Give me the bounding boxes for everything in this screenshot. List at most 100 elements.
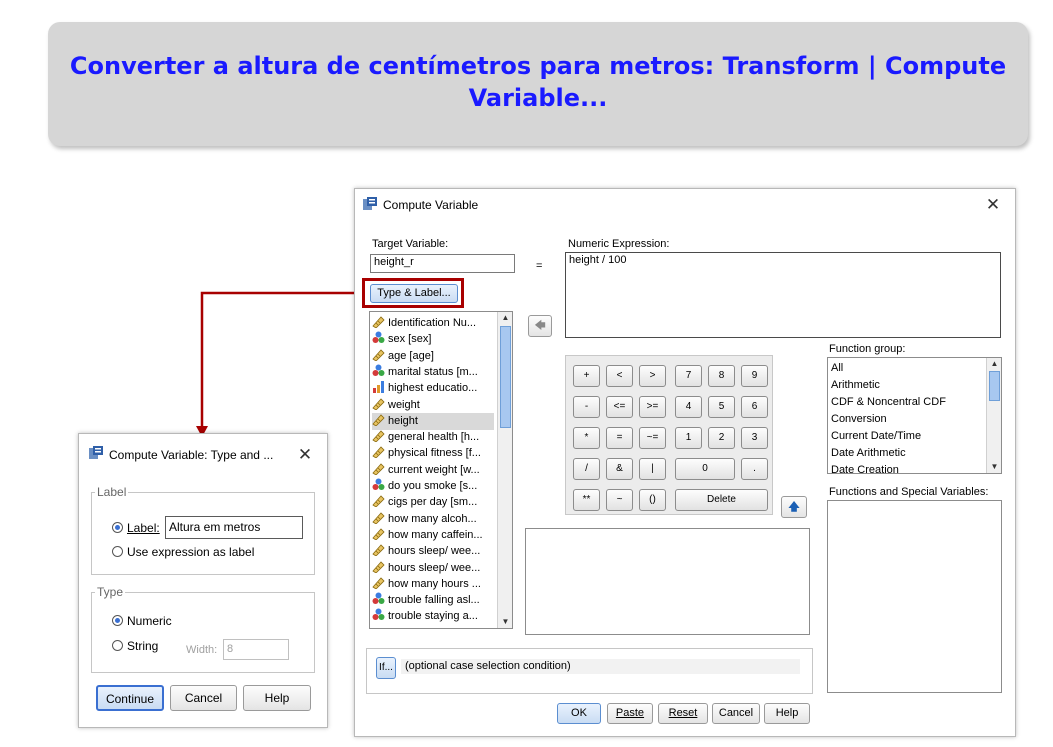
keypad-button[interactable]: = xyxy=(606,427,633,449)
keypad-button[interactable]: >= xyxy=(639,396,666,418)
keypad-button[interactable]: < xyxy=(606,365,633,387)
variable-list-item[interactable]: age [age] xyxy=(372,348,494,365)
label-radio[interactable] xyxy=(112,522,123,533)
type-label-button[interactable]: Type & Label... xyxy=(370,284,458,303)
help-button[interactable]: Help xyxy=(243,685,311,711)
function-group-item[interactable]: Current Date/Time xyxy=(831,428,921,445)
nominal-icon xyxy=(372,608,385,621)
keypad-button[interactable]: () xyxy=(639,489,666,511)
variable-list-item[interactable]: do you smoke [s... xyxy=(372,478,494,495)
variable-list-item[interactable]: marital status [m... xyxy=(372,364,494,381)
variable-list-item[interactable]: trouble staying a... xyxy=(372,608,494,625)
width-label: Width: xyxy=(186,644,218,656)
keypad-button[interactable]: & xyxy=(606,458,633,480)
variable-list-item[interactable]: how many caffein... xyxy=(372,527,494,544)
paste-button[interactable]: Paste xyxy=(607,703,653,724)
scroll-up-icon[interactable]: ▲ xyxy=(498,312,512,324)
variable-list-item[interactable]: weight xyxy=(372,397,494,414)
scroll-down-icon[interactable]: ▼ xyxy=(498,616,512,628)
width-input[interactable]: 8 xyxy=(223,639,289,660)
variable-list-item[interactable]: current weight [w... xyxy=(372,462,494,479)
variable-list-item[interactable]: hours sleep/ wee... xyxy=(372,560,494,577)
target-variable-input[interactable]: height_r xyxy=(370,254,515,273)
numeric-label: Numeric xyxy=(127,614,172,628)
keypad-button[interactable]: 0 xyxy=(675,458,735,480)
scroll-down-icon[interactable]: ▼ xyxy=(987,461,1001,473)
keypad-button[interactable]: 1 xyxy=(675,427,702,449)
reset-button[interactable]: Reset xyxy=(658,703,708,724)
variable-list-item[interactable]: how many hours ... xyxy=(372,576,494,593)
variable-list-item[interactable]: cigs per day [sm... xyxy=(372,494,494,511)
keypad-button[interactable]: + xyxy=(573,365,600,387)
keypad-button[interactable]: . xyxy=(741,458,768,480)
keypad-button[interactable]: 9 xyxy=(741,365,768,387)
keypad-button[interactable]: 6 xyxy=(741,396,768,418)
string-radio[interactable] xyxy=(112,640,123,651)
keypad-button[interactable]: 7 xyxy=(675,365,702,387)
type-dialog-title: Compute Variable: Type and ... xyxy=(109,448,274,462)
variable-list-item[interactable]: trouble falling asl... xyxy=(372,592,494,609)
numeric-expression-input[interactable]: height / 100 xyxy=(565,252,1001,338)
keypad-button[interactable]: > xyxy=(639,365,666,387)
ordinal-icon xyxy=(372,380,385,394)
scale-icon xyxy=(372,560,385,574)
variable-list-item[interactable]: general health [h... xyxy=(372,429,494,446)
variable-list-item[interactable]: highest educatio... xyxy=(372,380,494,397)
variable-list[interactable]: Identification Nu... sex [sex] age [age] ma… xyxy=(369,311,513,629)
variable-list-scrollbar[interactable]: ▲ ▼ xyxy=(497,312,512,628)
function-group-list[interactable]: All Arithmetic CDF & Noncentral CDF Convers… xyxy=(827,357,1002,474)
continue-button[interactable]: Continue xyxy=(96,685,164,711)
variable-list-item[interactable]: physical fitness [f... xyxy=(372,445,494,462)
numeric-expression-label: Numeric Expression: xyxy=(568,238,670,250)
scale-icon xyxy=(372,397,385,411)
ok-button[interactable]: OK xyxy=(557,703,601,724)
keypad-button[interactable]: - xyxy=(573,396,600,418)
variable-list-item[interactable]: hours sleep/ wee... xyxy=(372,543,494,560)
function-group-scrollbar[interactable]: ▲ ▼ xyxy=(986,358,1001,473)
variable-list-item[interactable]: height xyxy=(372,412,494,430)
function-group-item[interactable]: Arithmetic xyxy=(831,377,880,394)
variable-list-item[interactable]: sex [sex] xyxy=(372,331,494,348)
label-radio-text: Label: xyxy=(127,521,160,535)
scroll-thumb[interactable] xyxy=(989,371,1000,401)
function-group-item[interactable]: Conversion xyxy=(831,411,887,428)
keypad-button[interactable]: / xyxy=(573,458,600,480)
nominal-icon xyxy=(372,478,385,491)
keypad-button[interactable]: Delete xyxy=(675,489,768,511)
function-group-item[interactable]: CDF & Noncentral CDF xyxy=(831,394,946,411)
cancel-button[interactable]: Cancel xyxy=(712,703,760,724)
arrow-up-button[interactable]: 🡅 xyxy=(781,496,807,518)
keypad-button[interactable]: * xyxy=(573,427,600,449)
functions-list[interactable] xyxy=(827,500,1002,693)
keypad-button[interactable]: 8 xyxy=(708,365,735,387)
label-input[interactable]: Altura em metros xyxy=(165,516,303,539)
variable-list-item[interactable]: how many alcoh... xyxy=(372,511,494,528)
help-button[interactable]: Help xyxy=(764,703,810,724)
move-arrow-button[interactable]: 🡄 xyxy=(528,315,552,337)
scroll-up-icon[interactable]: ▲ xyxy=(987,358,1001,370)
function-group-label: Function group: xyxy=(829,343,906,355)
if-button[interactable]: If... xyxy=(376,657,396,679)
variable-list-item[interactable]: Identification Nu... xyxy=(372,315,494,332)
numeric-radio[interactable] xyxy=(112,615,123,626)
function-group-item[interactable]: All xyxy=(831,360,843,377)
keypad-button[interactable]: | xyxy=(639,458,666,480)
keypad-button[interactable]: ~ xyxy=(606,489,633,511)
keypad-button[interactable]: <= xyxy=(606,396,633,418)
keypad-button[interactable]: 5 xyxy=(708,396,735,418)
close-icon[interactable]: ✕ xyxy=(983,195,1003,215)
scroll-thumb[interactable] xyxy=(500,326,511,428)
use-expression-radio[interactable] xyxy=(112,546,123,557)
keypad-button[interactable]: ** xyxy=(573,489,600,511)
scale-icon xyxy=(372,429,385,443)
keypad-button[interactable]: ~= xyxy=(639,427,666,449)
cancel-button[interactable]: Cancel xyxy=(170,685,237,711)
nominal-icon xyxy=(372,364,385,377)
keypad-button[interactable]: 4 xyxy=(675,396,702,418)
function-group-item[interactable]: Date Arithmetic xyxy=(831,445,906,462)
type-label-dialog: Compute Variable: Type and ... ✕ Label L… xyxy=(78,433,328,728)
keypad-button[interactable]: 3 xyxy=(741,427,768,449)
function-group-item[interactable]: Date Creation xyxy=(831,462,899,473)
close-icon[interactable]: ✕ xyxy=(295,445,315,465)
keypad-button[interactable]: 2 xyxy=(708,427,735,449)
